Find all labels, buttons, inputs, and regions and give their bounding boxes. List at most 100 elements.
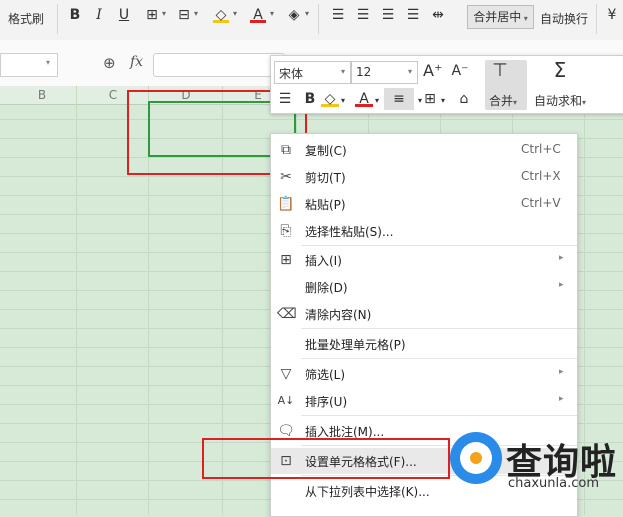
sort-icon: A↓ (277, 394, 295, 407)
autosum-button[interactable]: 自动求和▾ (534, 92, 586, 109)
menu-item-label: 插入(I) (305, 254, 342, 268)
distribute-icon[interactable]: ⇹ (430, 7, 446, 23)
menu-item-label: 筛选(L) (305, 368, 346, 382)
menu-item-copy[interactable]: ⧉ 复制(C) Ctrl+C (271, 137, 577, 163)
grid-line (76, 86, 77, 515)
fill-color-icon[interactable]: ◇ (213, 7, 229, 23)
function-icon[interactable]: fx (130, 54, 143, 70)
menu-item-label: 删除(D) (305, 281, 348, 295)
chevron-down-icon[interactable]: ▾ (373, 92, 381, 110)
submenu-arrow-icon: ▸ (559, 394, 564, 404)
currency-icon[interactable]: ¥ (604, 7, 620, 23)
conditional-format-icon[interactable]: ⊟ (176, 7, 192, 23)
menu-separator (301, 358, 577, 359)
format-painter-button[interactable]: 格式刷 (8, 10, 44, 27)
font-color-icon[interactable]: A (355, 90, 373, 107)
menu-separator (301, 245, 577, 246)
column-label[interactable]: C (103, 88, 123, 102)
menu-item-paste[interactable]: 📋 粘贴(P) Ctrl+V (271, 191, 577, 217)
menu-item-filter[interactable]: ▽ 筛选(L) ▸ (271, 361, 577, 387)
divider (596, 4, 597, 34)
menu-shortcut: Ctrl+C (521, 142, 561, 156)
chevron-down-icon[interactable]: ▾ (439, 92, 447, 110)
divider (318, 4, 319, 34)
border-icon[interactable]: ⊞ (144, 7, 160, 23)
chevron-down-icon[interactable]: ▾ (233, 9, 237, 18)
menu-item-label: 粘贴(P) (305, 198, 346, 212)
formula-input[interactable] (153, 53, 285, 77)
wrap-icon[interactable]: ☰ (276, 90, 294, 108)
menu-item-insert[interactable]: ⊞ 插入(I) ▸ (271, 247, 577, 273)
menu-item-label: 批量处理单元格(P) (305, 338, 406, 352)
menu-item-clear-contents[interactable]: ⌫ 清除内容(N) (271, 301, 577, 327)
menu-separator (301, 415, 577, 416)
menu-item-delete[interactable]: 删除(D) ▸ (271, 274, 577, 300)
chevron-down-icon[interactable]: ▾ (339, 92, 347, 110)
menu-shortcut: Ctrl+V (521, 196, 561, 210)
eraser-icon: ⌫ (277, 306, 297, 322)
font-size-value: 12 (356, 65, 372, 79)
justify-icon[interactable]: ☰ (405, 7, 421, 23)
bold-icon[interactable]: B (67, 7, 83, 23)
align-center-icon: ≡ (393, 91, 405, 107)
chevron-down-icon[interactable]: ▾ (194, 9, 198, 18)
watermark-url: chaxunla.com (508, 476, 599, 491)
grid-line (0, 119, 623, 120)
mini-toolbar: 宋体 ▾ 12 ▾ A⁺ A⁻ ☰ B ◇ ▾ A ▾ ≡ ▾ ⊞ ▾ ⌂ ⊤ … (270, 55, 623, 114)
italic-icon[interactable]: I (91, 7, 107, 23)
copy-icon: ⧉ (281, 142, 291, 158)
align-right-icon[interactable]: ☰ (380, 7, 396, 23)
menu-shortcut: Ctrl+X (521, 169, 561, 183)
decrease-font-icon[interactable]: A⁻ (451, 62, 469, 80)
menu-item-label: 选择性粘贴(S)... (305, 225, 394, 239)
menu-item-label: 剪切(T) (305, 171, 346, 185)
watermark-logo-dot (470, 452, 482, 464)
auto-wrap-button[interactable]: 自动换行 (540, 10, 588, 27)
insert-icon: ⊞ (280, 252, 292, 268)
menu-item-label: 复制(C) (305, 144, 347, 158)
chevron-down-icon: ▾ (341, 67, 346, 76)
merge-center-label: 合并居中 (473, 10, 522, 24)
align-center-button[interactable]: ≡ (384, 88, 414, 110)
align-center-icon[interactable]: ☰ (355, 7, 371, 23)
merge-label: 合并▾ (489, 94, 518, 108)
divider (57, 4, 58, 34)
format-painter-icon[interactable]: ⌂ (455, 90, 473, 108)
menu-item-label: 排序(U) (305, 395, 348, 409)
increase-font-icon[interactable]: A⁺ (423, 62, 442, 80)
merge-center-button[interactable]: 合并居中 ▾ (467, 5, 534, 29)
clear-icon[interactable]: ◈ (286, 7, 302, 23)
menu-item-label: 从下拉列表中选择(K)... (305, 485, 430, 499)
menu-item-batch-process[interactable]: 批量处理单元格(P) (271, 331, 577, 357)
chevron-down-icon: ▾ (408, 67, 413, 76)
menu-separator (301, 328, 577, 329)
merge-icon: ⊤ (492, 60, 508, 81)
font-name-select[interactable]: 宋体 ▾ (274, 61, 351, 84)
menu-item-label: 清除内容(N) (305, 308, 372, 322)
ribbon-toolbar: 格式刷 B I U ⊞ ▾ ⊟ ▾ ◇ ▾ A ▾ ◈ ▾ ☰ ☰ ☰ ☰ ⇹ … (0, 0, 623, 41)
sum-icon[interactable]: Σ (551, 60, 569, 80)
chevron-down-icon[interactable]: ▾ (162, 9, 166, 18)
bold-icon[interactable]: B (301, 90, 319, 108)
highlight-box (202, 438, 450, 479)
chevron-down-icon[interactable]: ▾ (270, 9, 274, 18)
font-size-select[interactable]: 12 ▾ (351, 61, 418, 84)
chevron-down-icon[interactable]: ▾ (305, 9, 309, 18)
column-label[interactable]: B (32, 88, 52, 102)
zoom-icon[interactable]: ⊕ (103, 54, 116, 72)
font-color-icon[interactable]: A (250, 7, 266, 23)
underline-icon[interactable]: U (116, 7, 132, 23)
menu-item-cut[interactable]: ✂ 剪切(T) Ctrl+X (271, 164, 577, 190)
font-name-value: 宋体 (279, 67, 304, 81)
filter-icon: ▽ (280, 366, 292, 382)
chevron-down-icon[interactable]: ▾ (46, 58, 50, 67)
menu-item-paste-special[interactable]: ⎘ 选择性粘贴(S)... (271, 218, 577, 244)
fill-color-icon[interactable]: ◇ (321, 90, 339, 107)
submenu-arrow-icon: ▸ (559, 253, 564, 263)
paste-icon: 📋 (277, 196, 295, 212)
border-icon[interactable]: ⊞ (421, 90, 439, 108)
align-left-icon[interactable]: ☰ (330, 7, 346, 23)
menu-item-sort[interactable]: A↓ 排序(U) ▸ (271, 388, 577, 414)
paste-special-icon: ⎘ (280, 223, 292, 239)
scissors-icon: ✂ (280, 169, 292, 185)
